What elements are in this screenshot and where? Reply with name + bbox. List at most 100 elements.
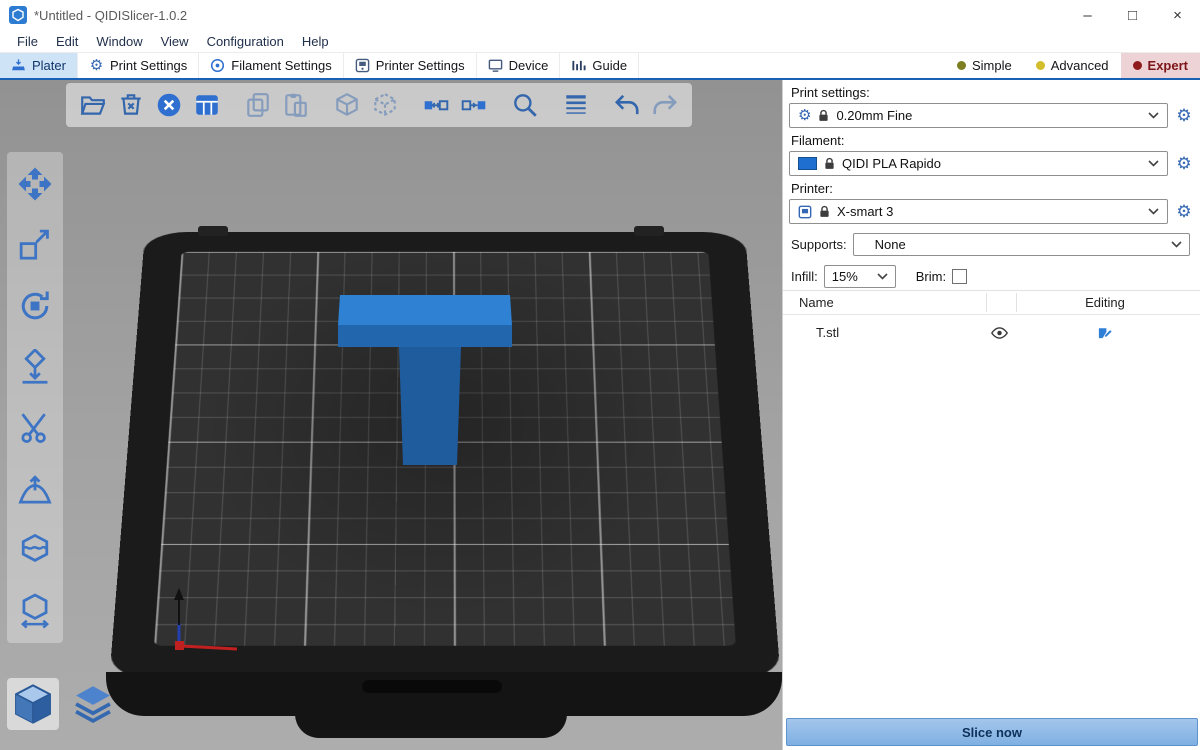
printer-combo[interactable]: X-smart 3 (789, 199, 1168, 224)
open-folder-icon (79, 91, 107, 119)
menu-configuration[interactable]: Configuration (198, 34, 293, 49)
menu-file[interactable]: File (8, 34, 47, 49)
scale-button[interactable] (15, 225, 55, 265)
split-to-parts-button[interactable] (455, 86, 493, 124)
seam-painting-icon (17, 532, 53, 568)
chevron-down-icon (1148, 112, 1159, 119)
plater-icon (11, 58, 26, 73)
add-instance-button[interactable] (328, 86, 366, 124)
titlebar: *Untitled - QIDISlicer-1.0.2 – □ × (0, 0, 1200, 30)
infill-label: Infill: (791, 269, 818, 284)
remove-instance-button[interactable] (366, 86, 404, 124)
mode-expert-label: Expert (1148, 58, 1188, 73)
slice-now-button[interactable]: Slice now (786, 718, 1198, 746)
filament-color-swatch (798, 157, 817, 170)
3d-view-cube-icon (11, 682, 55, 726)
column-separator (1016, 293, 1017, 312)
tab-printer-settings-label: Printer Settings (376, 58, 465, 73)
device-icon (488, 58, 503, 73)
delete-all-icon (155, 91, 183, 119)
scale-icon (17, 227, 53, 263)
copy-button[interactable] (239, 86, 277, 124)
mode-simple[interactable]: Simple (945, 53, 1024, 78)
mode-advanced[interactable]: Advanced (1024, 53, 1121, 78)
print-settings-label: Print settings: (791, 85, 1200, 101)
qidislicer-window: *Untitled - QIDISlicer-1.0.2 – □ × File … (0, 0, 1200, 750)
visibility-eye-icon[interactable] (991, 327, 1008, 339)
delete-button[interactable] (112, 86, 150, 124)
preview-button[interactable] (67, 678, 119, 730)
toolbar-separator (595, 105, 608, 106)
menu-edit[interactable]: Edit (47, 34, 87, 49)
paint-supports-button[interactable] (15, 469, 55, 509)
delete-all-button[interactable] (150, 86, 188, 124)
app-logo-icon (9, 6, 27, 24)
maximize-button[interactable]: □ (1110, 0, 1155, 30)
redo-button[interactable] (646, 86, 684, 124)
minimize-button[interactable]: – (1065, 0, 1110, 30)
move-button[interactable] (15, 164, 55, 204)
measure-button[interactable] (15, 591, 55, 631)
object-list-row[interactable]: T.stl (783, 320, 1200, 346)
paste-icon (282, 91, 310, 119)
paste-button[interactable] (277, 86, 315, 124)
menu-window[interactable]: Window (87, 34, 151, 49)
brim-checkbox[interactable] (952, 269, 967, 284)
3d-editor-view-button[interactable] (7, 678, 59, 730)
supports-combo[interactable]: None (853, 233, 1190, 256)
arrange-button[interactable] (188, 86, 226, 124)
print-bed (135, 232, 755, 702)
open-button[interactable] (74, 86, 112, 124)
supports-label: Supports: (791, 237, 847, 252)
chevron-down-icon (1148, 208, 1159, 215)
tab-filament-settings[interactable]: Filament Settings (199, 53, 343, 78)
tab-guide[interactable]: Guide (560, 53, 639, 78)
chevron-down-icon (1171, 241, 1182, 248)
variable-layer-height-button[interactable] (557, 86, 595, 124)
print-settings-gear-button[interactable]: ⚙ (1172, 104, 1196, 128)
rotate-button[interactable] (15, 286, 55, 326)
lock-icon (824, 157, 835, 170)
move-icon (17, 166, 53, 202)
filament-combo[interactable]: QIDI PLA Rapido (789, 151, 1168, 176)
tab-printer-settings[interactable]: Printer Settings (344, 53, 477, 78)
tab-plater[interactable]: Plater (0, 53, 78, 78)
tabbar: Plater ⚙ Print Settings Filament Setting… (0, 52, 1200, 80)
place-on-face-button[interactable] (15, 347, 55, 387)
filament-row: QIDI PLA Rapido ⚙ (783, 151, 1200, 176)
close-button[interactable]: × (1155, 0, 1200, 30)
print-settings-value: 0.20mm Fine (836, 108, 1141, 123)
seam-painting-button[interactable] (15, 530, 55, 570)
cut-button[interactable] (15, 408, 55, 448)
mode-expert[interactable]: Expert (1121, 53, 1200, 78)
infill-value: 15% (832, 269, 871, 284)
arrange-icon (193, 91, 221, 119)
split-to-parts-icon (460, 91, 488, 119)
print-settings-icon: ⚙ (89, 58, 104, 73)
place-on-face-icon (17, 349, 53, 385)
supports-value: None (861, 237, 1165, 252)
3d-viewport-canvas[interactable] (0, 80, 782, 750)
column-header-name[interactable]: Name (799, 295, 834, 310)
settings-panel: Print settings: ⚙ 0.20mm Fine ⚙ Filament… (782, 80, 1200, 750)
split-to-objects-button[interactable] (417, 86, 455, 124)
tab-print-settings[interactable]: ⚙ Print Settings (78, 53, 199, 78)
undo-button[interactable] (608, 86, 646, 124)
menu-help[interactable]: Help (293, 34, 338, 49)
preview-layers-icon (71, 682, 115, 726)
editing-icon[interactable] (1097, 325, 1112, 340)
infill-combo[interactable]: 15% (824, 265, 896, 288)
search-button[interactable] (506, 86, 544, 124)
tab-device[interactable]: Device (477, 53, 561, 78)
column-header-editing[interactable]: Editing (1055, 295, 1155, 310)
printer-gear-button[interactable]: ⚙ (1172, 200, 1196, 224)
object-list: Name Editing T.stl (783, 290, 1200, 712)
expert-mode-dot-icon (1133, 61, 1142, 70)
copy-icon (244, 91, 272, 119)
paint-supports-icon (17, 471, 53, 507)
filament-gear-button[interactable]: ⚙ (1172, 152, 1196, 176)
delete-icon (117, 91, 145, 119)
menu-view[interactable]: View (152, 34, 198, 49)
print-settings-combo[interactable]: ⚙ 0.20mm Fine (789, 103, 1168, 128)
printer-label: Printer: (791, 181, 1200, 197)
